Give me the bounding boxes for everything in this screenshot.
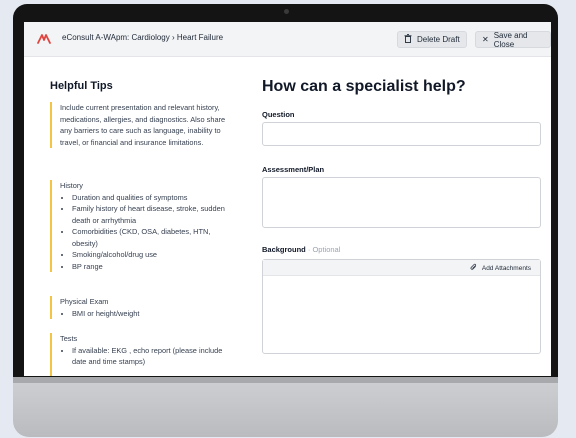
list-item: Comorbidities (CKD, OSA, diabetes, HTN, … — [72, 226, 228, 249]
tip-intro: Include current presentation and relevan… — [50, 102, 228, 148]
question-input[interactable] — [262, 122, 541, 146]
assessment-plan-input[interactable] — [262, 177, 541, 228]
tip-exam-heading: Physical Exam — [60, 297, 109, 306]
list-item: If available: EKG , echo report (please … — [72, 345, 228, 368]
list-item: Smoking/alcohol/drug use — [72, 249, 228, 261]
attachment-toolbar: Add Attachments — [263, 260, 540, 276]
tip-tests-heading: Tests — [60, 334, 78, 343]
trash-icon — [404, 34, 412, 45]
add-attachments-button[interactable]: Add Attachments — [470, 263, 531, 272]
list-item: Duration and qualities of symptoms — [72, 192, 228, 204]
page-title: How can a specialist help? — [262, 78, 466, 95]
background-input[interactable]: Add Attachments — [262, 259, 541, 354]
tip-physical-exam: Physical Exam BMI or height/weight — [50, 296, 228, 319]
helpful-tips-title: Helpful Tips — [50, 80, 113, 92]
tip-history: History Duration and qualities of sympto… — [50, 180, 228, 272]
brand-logo-icon — [37, 34, 51, 44]
tip-tests: Tests If available: EKG , echo report (p… — [50, 333, 228, 376]
close-icon: ✕ — [482, 35, 489, 44]
delete-draft-button[interactable]: Delete Draft — [397, 31, 467, 48]
tip-intro-text: Include current presentation and relevan… — [60, 103, 226, 147]
background-label: Background · Optional — [262, 245, 340, 254]
app-title: eConsult A-WApm: Cardiology › Heart Fail… — [62, 33, 224, 42]
list-item: Family history of heart disease, stroke,… — [72, 203, 228, 226]
app-screen: eConsult A-WApm: Cardiology › Heart Fail… — [24, 22, 551, 376]
delete-draft-label: Delete Draft — [417, 35, 460, 44]
add-attachments-label: Add Attachments — [481, 265, 531, 272]
monitor-base-edge — [13, 377, 558, 383]
question-label: Question — [262, 110, 295, 119]
save-and-close-button[interactable]: ✕ Save and Close — [475, 30, 551, 49]
assessment-plan-label: Assessment/Plan — [262, 165, 325, 174]
top-bar: eConsult A-WApm: Cardiology › Heart Fail… — [24, 22, 551, 57]
camera-dot — [283, 9, 289, 14]
monitor-base — [13, 377, 558, 437]
paperclip-icon — [470, 263, 481, 272]
optional-hint: · Optional — [307, 245, 341, 254]
list-item: BP range — [72, 261, 228, 273]
tip-history-heading: History — [60, 181, 83, 190]
save-and-close-label: Save and Close — [493, 30, 528, 49]
list-item: BMI or height/weight — [72, 308, 228, 320]
helpful-tips-panel: Helpful Tips Include current presentatio… — [50, 56, 245, 376]
background-label-text: Background — [262, 245, 306, 254]
